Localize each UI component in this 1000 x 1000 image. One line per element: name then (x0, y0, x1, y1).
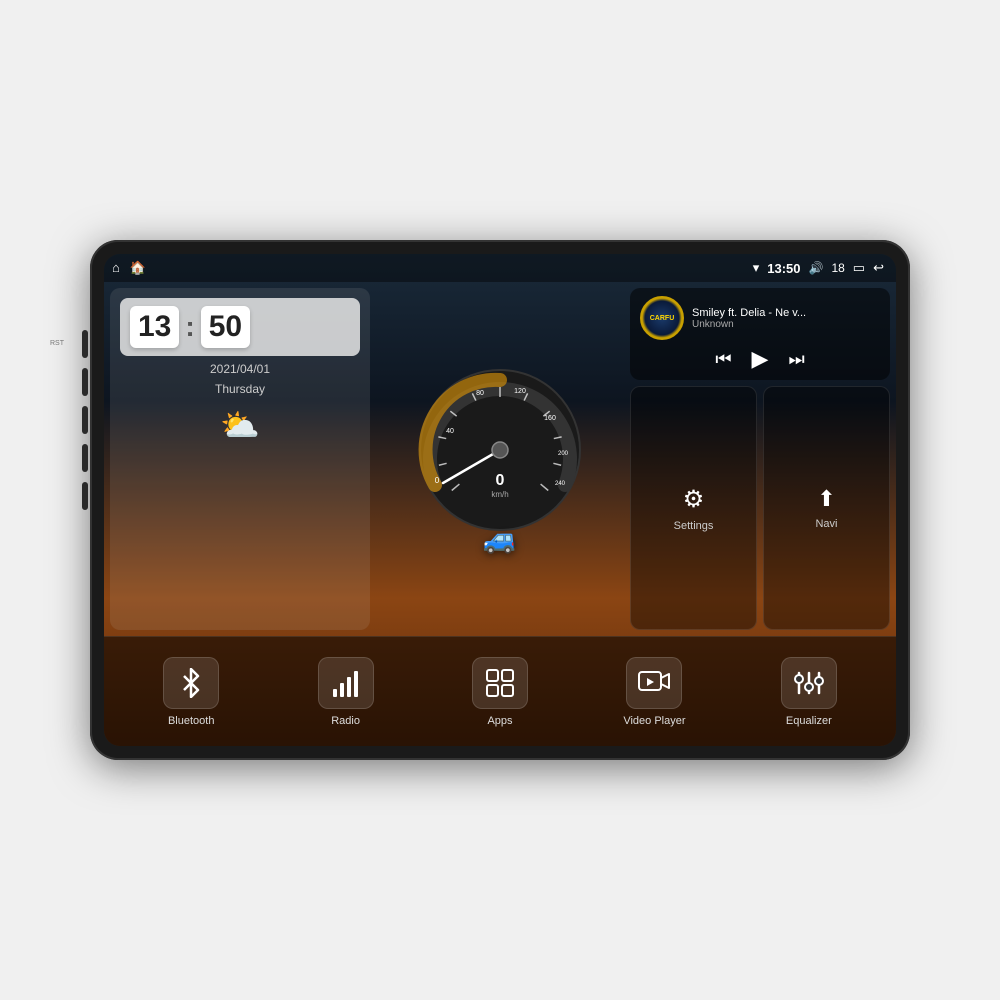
svg-text:km/h: km/h (491, 490, 508, 499)
radio-button[interactable]: Radio (268, 657, 422, 727)
next-button[interactable]: ⏭ (788, 349, 804, 370)
center-panel: 0 40 80 120 160 200 240 0 km/h (376, 288, 624, 630)
main-content: 13 : 50 2021/04/01 Thursday ⛅ (104, 282, 896, 636)
music-widget: CARFU Smiley ft. Delia - Ne v... Unknown… (630, 288, 890, 380)
radio-label: Radio (331, 715, 360, 727)
equalizer-label: Equalizer (786, 715, 832, 727)
music-controls: ⏮ ▶ ⏭ (640, 346, 880, 372)
status-time: 13:50 (767, 261, 800, 276)
car-head-unit: RST ⌂ 🏠 ▾ 13:50 🔊 18 ▭ ↩ 13 (90, 240, 910, 760)
video-player-icon (638, 669, 670, 697)
navi-icon: ⬆ (817, 486, 835, 512)
vol-down-button[interactable] (82, 482, 88, 510)
equalizer-icon (794, 669, 824, 697)
svg-text:0: 0 (435, 476, 440, 485)
wifi-icon: ▾ (753, 260, 760, 276)
right-panel: CARFU Smiley ft. Delia - Ne v... Unknown… (630, 288, 890, 630)
apps-icon (485, 668, 515, 698)
svg-text:80: 80 (476, 390, 484, 397)
status-bar: ⌂ 🏠 ▾ 13:50 🔊 18 ▭ ↩ (104, 254, 896, 282)
weather-icon: ⛅ (220, 406, 260, 444)
album-art: CARFU (640, 296, 684, 340)
equalizer-button[interactable]: Equalizer (732, 657, 886, 727)
settings-icon: ⚙ (683, 485, 705, 514)
day-display: Thursday (120, 382, 360, 396)
left-panel: 13 : 50 2021/04/01 Thursday ⛅ (110, 288, 370, 630)
clock-widget: 13 : 50 (120, 298, 360, 356)
bottom-bar: Bluetooth Radio (104, 636, 896, 746)
equalizer-icon-wrap (781, 657, 837, 709)
music-top: CARFU Smiley ft. Delia - Ne v... Unknown (640, 296, 880, 340)
home-icon[interactable]: ⌂ (112, 260, 120, 276)
play-button[interactable]: ▶ (752, 346, 769, 372)
apps-label: Apps (487, 715, 512, 727)
apps-icon-wrap (472, 657, 528, 709)
status-left: ⌂ 🏠 (112, 260, 146, 276)
back-icon[interactable]: ↩ (873, 260, 884, 276)
navi-label: Navi (815, 518, 837, 530)
video-player-label: Video Player (623, 715, 685, 727)
settings-button[interactable]: ⚙ Settings (630, 386, 757, 630)
svg-text:200: 200 (558, 451, 569, 457)
battery-icon: ▭ (853, 260, 865, 276)
music-title: Smiley ft. Delia - Ne v... (692, 307, 880, 319)
svg-text:0: 0 (496, 472, 505, 489)
svg-text:120: 120 (514, 388, 526, 395)
speedometer: 0 40 80 120 160 200 240 0 km/h (415, 365, 585, 535)
weather-widget: ⛅ (120, 402, 360, 448)
clock-hours: 13 (130, 306, 179, 348)
clock-minutes: 50 (201, 306, 250, 348)
settings-label: Settings (674, 520, 714, 532)
bluetooth-icon-wrap (163, 657, 219, 709)
date-display: 2021/04/01 (120, 362, 360, 376)
side-button-group: RST (82, 300, 88, 510)
svg-text:240: 240 (555, 481, 566, 487)
radio-icon (331, 669, 361, 697)
video-player-button[interactable]: Video Player (577, 657, 731, 727)
bluetooth-button[interactable]: Bluetooth (114, 657, 268, 727)
house-icon[interactable]: 🏠 (130, 260, 146, 276)
vol-up-button[interactable] (82, 444, 88, 472)
screen: ⌂ 🏠 ▾ 13:50 🔊 18 ▭ ↩ 13 : 50 2021/04/01 … (104, 254, 896, 746)
clock-colon: : (185, 311, 194, 343)
volume-level: 18 (831, 261, 844, 275)
radio-icon-wrap (318, 657, 374, 709)
prev-button[interactable]: ⏮ (715, 349, 731, 370)
power-button[interactable] (82, 330, 88, 358)
music-info: Smiley ft. Delia - Ne v... Unknown (692, 307, 880, 330)
volume-icon: 🔊 (808, 261, 823, 275)
rst-label: RST (50, 340, 64, 347)
bluetooth-label: Bluetooth (168, 715, 214, 727)
bluetooth-icon (176, 668, 206, 698)
navi-button[interactable]: ⬆ Navi (763, 386, 890, 630)
svg-text:40: 40 (446, 428, 454, 435)
music-artist: Unknown (692, 319, 880, 330)
quick-buttons: ⚙ Settings ⬆ Navi (630, 386, 890, 630)
apps-button[interactable]: Apps (423, 657, 577, 727)
car-icon: 🚙 (483, 525, 518, 553)
video-icon-wrap (626, 657, 682, 709)
svg-text:160: 160 (544, 415, 556, 422)
home-button[interactable] (82, 368, 88, 396)
back-button[interactable] (82, 406, 88, 434)
